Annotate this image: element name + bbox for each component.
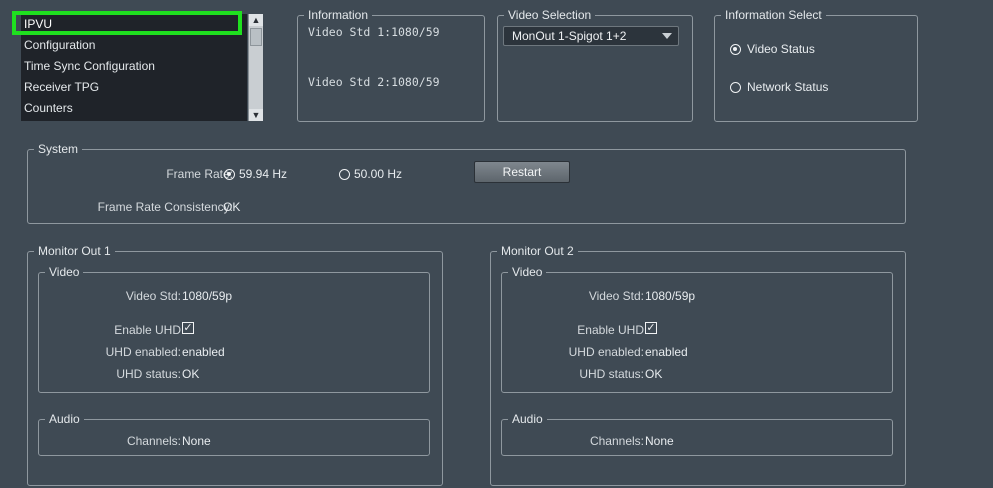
monitor-out-2-enable-uhd-checkbox[interactable]: ✓: [645, 322, 657, 334]
video-status-radio[interactable]: [730, 44, 741, 55]
information-group: Information Video Std 1:1080/59 Video St…: [297, 8, 485, 122]
monitor-out-2-channels-value: None: [645, 434, 674, 448]
monitor-out-2-uhd-enabled-label: UHD enabled:: [568, 345, 644, 359]
monitor-out-2-uhd-status-label: UHD status:: [579, 367, 644, 381]
monitor-out-2-video-std-label: Video Std:: [588, 289, 644, 303]
monitor-out-2-video-title: Video: [508, 265, 547, 279]
nav-item-receiver-tpg[interactable]: Receiver TPG: [21, 77, 247, 98]
monitor-out-1-video-std-value: 1080/59p: [182, 289, 233, 303]
scroll-down-icon[interactable]: ▼: [249, 109, 263, 121]
frame-rate-consistency-value: OK: [223, 200, 241, 214]
nav-list[interactable]: IPVU Configuration Time Sync Configurati…: [21, 14, 247, 121]
nav-item-counters[interactable]: Counters: [21, 98, 247, 119]
information-select-title: Information Select: [721, 8, 826, 22]
information-title: Information: [304, 8, 373, 22]
video-selection-dropdown[interactable]: MonOut 1-Spigot 1+2: [503, 26, 679, 46]
monitor-out-1-video-std-label: Video Std:: [125, 289, 181, 303]
video-selection-value: MonOut 1-Spigot 1+2: [512, 29, 627, 43]
monitor-out-1-uhd-status-label: UHD status:: [116, 367, 181, 381]
monitor-out-2-uhd-enabled-value: enabled: [645, 345, 688, 359]
monitor-out-2-channels-label: Channels:: [589, 434, 644, 448]
nav-scrollbar[interactable]: ▲ ▼: [248, 14, 263, 121]
frame-rate-5994-label[interactable]: 59.94 Hz: [239, 166, 287, 182]
monitor-out-2-video-std-value: 1080/59p: [645, 289, 696, 303]
video-status-label[interactable]: Video Status: [747, 41, 815, 57]
restart-button[interactable]: Restart: [474, 161, 570, 183]
scroll-up-icon[interactable]: ▲: [249, 14, 263, 26]
video-std-1-readout: Video Std 1:1080/59: [308, 25, 440, 39]
monitor-out-1-uhd-enabled-value: enabled: [182, 345, 225, 359]
chevron-down-icon: [662, 33, 672, 39]
nav-item-configuration[interactable]: Configuration: [21, 35, 247, 56]
monitor-out-1-enable-uhd-checkbox[interactable]: ✓: [182, 322, 194, 334]
monitor-out-1-channels-label: Channels:: [126, 434, 181, 448]
monitor-out-1-audio-title: Audio: [45, 412, 84, 426]
monitor-out-2-uhd-status-value: OK: [645, 367, 663, 381]
frame-rate-5000-radio[interactable]: [339, 169, 350, 180]
information-select-group: Information Select Video Status Network …: [714, 8, 918, 122]
nav-item-time-sync-configuration[interactable]: Time Sync Configuration: [21, 56, 247, 77]
monitor-out-1-audio-group: Audio Channels: None: [38, 412, 430, 456]
frame-rate-consistency-label: Frame Rate Consistency:: [97, 200, 233, 214]
monitor-out-2-video-group: Video Video Std: 1080/59p Enable UHD ✓ U…: [501, 265, 893, 393]
system-group: System Frame Rate: 59.94 Hz 50.00 Hz Fra…: [27, 142, 906, 224]
monitor-out-1-group: Monitor Out 1 Video Video Std: 1080/59p …: [27, 244, 443, 486]
frame-rate-label: Frame Rate:: [166, 167, 233, 181]
monitor-out-1-video-title: Video: [45, 265, 84, 279]
monitor-out-1-title: Monitor Out 1: [34, 244, 115, 258]
network-status-radio[interactable]: [730, 82, 741, 93]
monitor-out-1-uhd-enabled-label: UHD enabled:: [105, 345, 181, 359]
monitor-out-2-audio-title: Audio: [508, 412, 547, 426]
monitor-out-2-audio-group: Audio Channels: None: [501, 412, 893, 456]
frame-rate-5994-radio[interactable]: [224, 169, 235, 180]
monitor-out-1-channels-value: None: [182, 434, 211, 448]
video-std-2-readout: Video Std 2:1080/59: [308, 75, 440, 89]
monitor-out-2-enable-uhd-label: Enable UHD: [577, 323, 644, 337]
monitor-out-1-video-group: Video Video Std: 1080/59p Enable UHD ✓ U…: [38, 265, 430, 393]
monitor-out-2-group: Monitor Out 2 Video Video Std: 1080/59p …: [490, 244, 906, 486]
monitor-out-1-uhd-status-value: OK: [182, 367, 200, 381]
monitor-out-1-enable-uhd-label: Enable UHD: [114, 323, 181, 337]
frame-rate-5000-label[interactable]: 50.00 Hz: [354, 166, 402, 182]
system-title: System: [34, 142, 83, 156]
video-selection-title: Video Selection: [504, 8, 596, 22]
monitor-out-2-title: Monitor Out 2: [497, 244, 578, 258]
network-status-label[interactable]: Network Status: [747, 79, 828, 95]
scroll-thumb[interactable]: [250, 28, 262, 46]
nav-item-ipvu[interactable]: IPVU: [21, 14, 247, 35]
